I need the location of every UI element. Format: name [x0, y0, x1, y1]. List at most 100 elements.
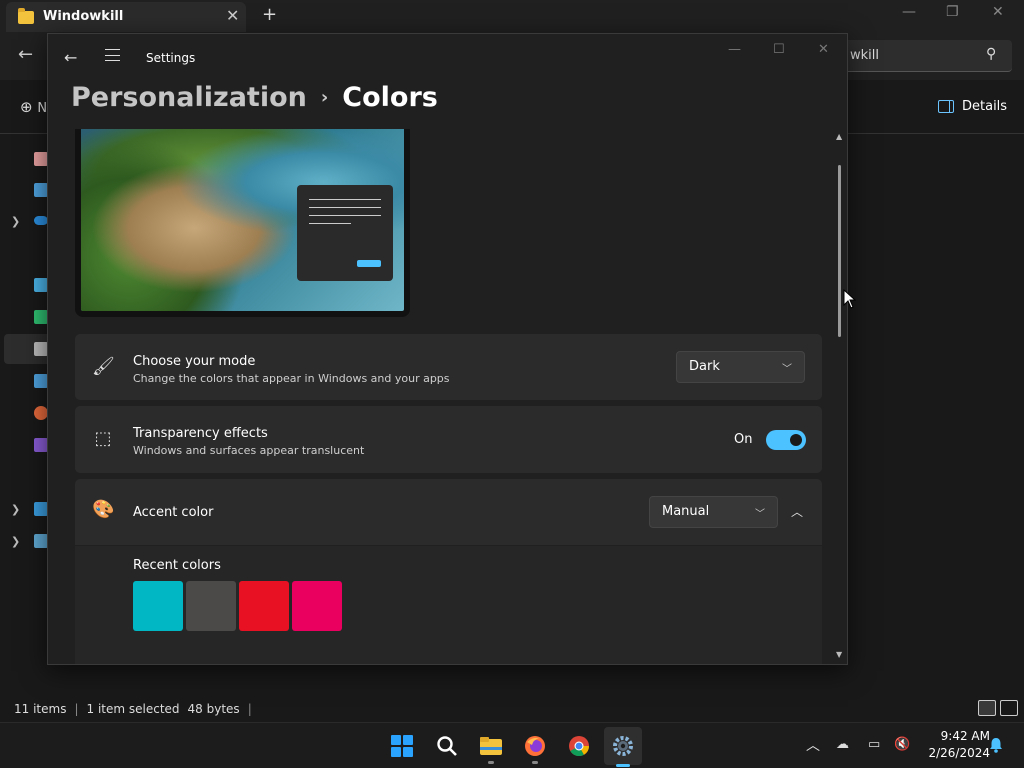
chevron-down-icon: ﹀ — [782, 364, 792, 375]
network-tray-icon[interactable]: ▭ — [868, 737, 880, 752]
music-icon[interactable] — [34, 406, 48, 420]
details-view-icon[interactable] — [978, 700, 996, 716]
videos-icon[interactable] — [34, 438, 48, 452]
preview-window — [297, 185, 393, 281]
settings-window: ← Settings — ☐ ✕ Personalization › Color… — [47, 33, 848, 665]
breadcrumb-personalization[interactable]: Personalization — [71, 82, 307, 113]
recent-color-swatch[interactable] — [186, 581, 236, 631]
recent-color-swatch[interactable] — [133, 581, 183, 631]
scrollbar-thumb[interactable] — [838, 165, 841, 337]
close-window-icon[interactable]: ✕ — [992, 4, 1004, 20]
search-icon: ⚲ — [986, 46, 997, 62]
accent-color-panel: Recent colors — [75, 546, 822, 664]
settings-app-title: Settings — [146, 51, 196, 65]
documents-icon[interactable] — [34, 342, 48, 356]
chevron-right-icon[interactable]: ❯ — [11, 215, 20, 228]
onedrive-tray-icon[interactable]: ☁ — [836, 737, 849, 752]
accent-color-card[interactable]: 🎨 Accent color Manual ﹀ ︿ — [75, 479, 822, 545]
notification-bell-icon[interactable] — [989, 737, 1003, 753]
paintbrush-icon: 🖌 — [92, 356, 115, 377]
search-button[interactable] — [431, 730, 463, 762]
selection-size: 48 bytes — [187, 702, 240, 716]
explorer-titlebar: Windowkill ✕ + — ❐ ✕ — [0, 0, 1024, 32]
clock-time: 9:42 AM — [940, 729, 990, 743]
file-explorer-icon — [480, 737, 502, 755]
gallery-icon[interactable] — [34, 183, 48, 197]
recent-color-swatch[interactable] — [239, 581, 289, 631]
chevron-right-icon[interactable]: ❯ — [11, 503, 20, 516]
palette-icon: 🎨 — [92, 499, 115, 520]
onedrive-icon[interactable] — [34, 216, 48, 225]
status-bar: 11 items | 1 item selected 48 bytes | — [0, 694, 1024, 722]
close-window-icon[interactable]: ✕ — [818, 42, 829, 57]
folder-icon — [18, 8, 34, 24]
clock-date: 2/26/2024 — [928, 746, 990, 760]
search-input-text: wkill — [850, 48, 879, 63]
preview-accent-button — [357, 260, 381, 267]
details-button[interactable]: Details — [938, 99, 1007, 114]
new-tab-button[interactable]: + — [262, 4, 277, 25]
theme-preview — [75, 129, 410, 317]
item-count: 11 items — [14, 702, 67, 716]
new-item-button[interactable]: ⊕ N — [20, 98, 47, 116]
pictures-icon[interactable] — [34, 374, 48, 388]
desktop-icon[interactable] — [34, 278, 48, 292]
collapse-chevron-up-icon[interactable]: ︿ — [791, 503, 803, 520]
chevron-right-icon: › — [320, 87, 329, 108]
chrome-taskbar-button[interactable] — [563, 730, 595, 762]
downloads-icon[interactable] — [34, 310, 48, 324]
network-icon[interactable] — [34, 534, 48, 548]
start-button[interactable] — [386, 730, 418, 762]
page-title: Colors — [342, 82, 438, 113]
start-icon — [391, 735, 413, 757]
file-explorer-taskbar-button[interactable] — [475, 730, 507, 764]
scroll-down-arrow-icon[interactable]: ▼ — [836, 650, 842, 659]
details-label: Details — [962, 99, 1008, 114]
chevron-down-icon: ﹀ — [755, 509, 765, 520]
transparency-toggle[interactable] — [766, 430, 806, 450]
taskbar-clock[interactable]: 9:42 AM 2/26/2024 — [920, 728, 990, 762]
back-arrow-icon[interactable]: ← — [18, 44, 33, 65]
recent-color-swatch[interactable] — [292, 581, 342, 631]
show-hidden-icons-chevron-icon[interactable]: ︿ — [806, 735, 820, 755]
volume-muted-icon[interactable]: 🔇 — [894, 737, 910, 752]
transparency-title: Transparency effects — [133, 426, 268, 441]
running-indicator — [488, 761, 494, 764]
scroll-up-arrow-icon[interactable]: ▲ — [836, 132, 842, 141]
settings-content[interactable]: 🖌 Choose your mode Change the colors tha… — [48, 129, 838, 664]
explorer-tab[interactable]: Windowkill ✕ — [6, 2, 246, 32]
active-indicator — [616, 764, 630, 767]
recent-colors-label: Recent colors — [133, 558, 221, 573]
running-indicator — [532, 761, 538, 764]
hamburger-menu-icon[interactable] — [105, 49, 120, 61]
selection-count: 1 item selected — [86, 702, 180, 716]
settings-scrollbar[interactable]: ▲ ▼ — [836, 132, 844, 660]
restore-icon[interactable]: ❐ — [946, 4, 959, 20]
large-icons-view-icon[interactable] — [1000, 700, 1018, 716]
back-arrow-icon[interactable]: ← — [64, 48, 77, 67]
chrome-icon — [569, 736, 590, 757]
breadcrumb: Personalization › Colors — [71, 82, 438, 113]
explorer-tab-title: Windowkill — [43, 9, 124, 24]
search-input[interactable]: wkill ⚲ — [820, 40, 1012, 72]
this-pc-icon[interactable] — [34, 502, 48, 516]
status-divider: | — [74, 702, 79, 716]
maximize-icon[interactable]: ☐ — [773, 42, 785, 57]
settings-icon — [613, 736, 633, 756]
firefox-taskbar-button[interactable] — [519, 730, 551, 764]
mode-dropdown[interactable]: Dark ﹀ — [676, 351, 805, 383]
close-tab-icon[interactable]: ✕ — [226, 6, 239, 25]
minimize-icon[interactable]: — — [902, 4, 916, 20]
settings-taskbar-button[interactable] — [604, 727, 642, 767]
mouse-cursor-icon — [843, 289, 857, 309]
home-icon[interactable] — [34, 152, 48, 166]
chevron-right-icon[interactable]: ❯ — [11, 535, 20, 548]
new-button-label: N — [37, 101, 48, 116]
mode-dropdown-value: Dark — [689, 359, 720, 374]
taskbar: ︿ ☁ ▭ 🔇 9:42 AM 2/26/2024 — [0, 722, 1024, 768]
transparency-sparkle-icon: ⬚ — [94, 428, 112, 449]
minimize-icon[interactable]: — — [728, 42, 741, 57]
choose-mode-card: 🖌 Choose your mode Change the colors tha… — [75, 334, 822, 400]
accent-dropdown[interactable]: Manual ﹀ — [649, 496, 778, 528]
firefox-icon — [525, 736, 545, 756]
